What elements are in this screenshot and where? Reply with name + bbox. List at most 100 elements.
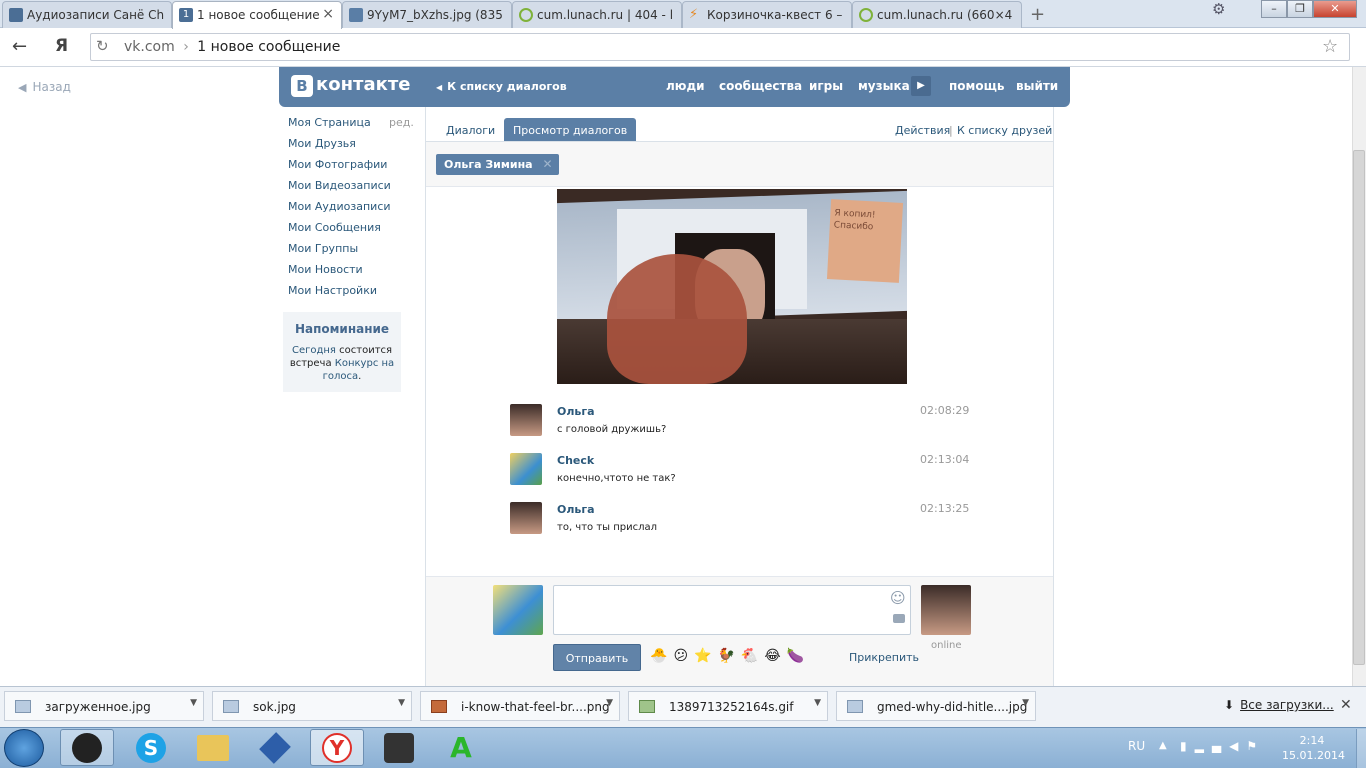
message-time[interactable]: 02:08:29 [920, 404, 969, 417]
music-play-icon[interactable]: ▶ [911, 76, 931, 96]
sidebar-item-news[interactable]: Мои Новости [288, 263, 363, 276]
chevron-down-icon[interactable]: ▼ [398, 698, 405, 708]
volume-icon[interactable]: ◀ [1229, 739, 1246, 753]
bookmark-star-icon[interactable]: ☆ [1322, 36, 1338, 57]
tab-quest[interactable]: ⚡ Корзиночка-квест 6 – [682, 1, 852, 28]
sidebar-item-messages[interactable]: Мои Сообщения [288, 221, 381, 234]
tab-dialogs[interactable]: Диалоги [446, 118, 495, 142]
download-item[interactable]: gmed-why-did-hitle....jpg ▼ [836, 691, 1036, 721]
all-downloads-link[interactable]: ⬇ Все загрузки... [1224, 698, 1334, 712]
download-item[interactable]: 1389713252164s.gif ▼ [628, 691, 828, 721]
close-downloads-icon[interactable]: ✕ [1340, 697, 1352, 713]
nav-logout[interactable]: выйти [1016, 79, 1058, 93]
emoji-chick-icon[interactable]: 🐣 [650, 648, 673, 664]
sidebar-item-my-page[interactable]: Моя Страница [288, 116, 371, 129]
my-avatar[interactable] [493, 585, 543, 635]
nav-games[interactable]: игры [809, 79, 843, 93]
close-window-button[interactable]: ✕ [1313, 0, 1357, 18]
sidebar-item-videos[interactable]: Мои Видеозаписи [288, 179, 391, 192]
smile-icon[interactable]: ☺ [890, 589, 906, 607]
send-button[interactable]: Отправить [553, 644, 641, 671]
yandex-icon[interactable]: Я [55, 36, 68, 56]
language-indicator[interactable]: RU [1128, 739, 1145, 753]
message-author[interactable]: Check [557, 454, 594, 467]
yandex-browser-taskbar-icon[interactable]: Y [310, 729, 364, 766]
chevron-down-icon[interactable]: ▼ [190, 698, 197, 708]
reminder-today-link[interactable]: Сегодня [292, 345, 336, 356]
actions-link[interactable]: Действия [895, 118, 950, 142]
emoji-chicken-icon[interactable]: 🐔 [741, 648, 764, 664]
minimize-button[interactable]: – [1261, 0, 1287, 18]
sidebar-item-friends[interactable]: Мои Друзья [288, 137, 356, 150]
message-time[interactable]: 02:13:04 [920, 453, 969, 466]
friends-list-link[interactable]: К списку друзей [957, 118, 1052, 142]
chevron-down-icon[interactable]: ▼ [814, 698, 821, 708]
sidebar-item-groups[interactable]: Мои Группы [288, 242, 358, 255]
message-author[interactable]: Ольга [557, 503, 595, 516]
tab-new-message[interactable]: 1 1 новое сообщение × [172, 1, 342, 29]
nav-help[interactable]: помощь [949, 79, 1004, 93]
sidebar-item-settings[interactable]: Мои Настройки [288, 284, 377, 297]
nav-music[interactable]: музыка [858, 79, 910, 93]
emoji-eggplant-icon[interactable]: 🍆 [787, 648, 810, 664]
emoji-sad-icon[interactable]: 😕 [673, 648, 694, 664]
back-to-dialogs-link[interactable]: ◀ К списку диалогов [436, 80, 567, 93]
signal-icon[interactable]: ▂▄ [1195, 739, 1229, 753]
attached-photo[interactable]: Я копил! Спасибо [557, 189, 907, 384]
settings-gear-icon[interactable]: ⚙ [1212, 0, 1225, 18]
emoji-rooster-icon[interactable]: 🐓 [717, 648, 740, 664]
vk-logo-text[interactable]: контакте [316, 74, 410, 95]
attach-button[interactable]: Прикрепить [849, 651, 919, 664]
tray-expand-icon[interactable]: ▲ [1159, 740, 1167, 751]
avatar[interactable] [510, 502, 542, 534]
chevron-down-icon[interactable]: ▼ [1022, 698, 1029, 708]
recipient-avatar[interactable] [921, 585, 971, 635]
close-tab-icon[interactable]: × [322, 6, 334, 22]
steam-taskbar-icon[interactable] [60, 729, 114, 766]
nav-communities[interactable]: сообщества [719, 79, 802, 93]
nav-people[interactable]: люди [666, 79, 705, 93]
chevron-down-icon[interactable]: ▼ [606, 698, 613, 708]
avatar[interactable] [510, 453, 542, 485]
clock[interactable]: 2:14 15.01.2014 [1282, 733, 1345, 763]
close-icon[interactable]: ✕ [543, 157, 553, 171]
show-desktop-button[interactable] [1356, 729, 1366, 768]
tab-audio[interactable]: Аудиозаписи Санё Сh [2, 1, 172, 28]
agent-taskbar-icon[interactable]: A [434, 729, 488, 766]
tab-image[interactable]: 9YyM7_bXzhs.jpg (835 [342, 1, 512, 28]
download-item[interactable]: загруженное.jpg ▼ [4, 691, 204, 721]
tab-lunach-404[interactable]: cum.lunach.ru | 404 - l [512, 1, 682, 28]
emoji-star-icon[interactable]: ⭐ [694, 648, 717, 664]
start-button[interactable] [4, 729, 44, 767]
skype-taskbar-icon[interactable]: S [124, 729, 178, 766]
flag-icon[interactable]: ⚑ [1246, 739, 1265, 753]
download-item[interactable]: sok.jpg ▼ [212, 691, 412, 721]
maximize-button[interactable]: ❐ [1287, 0, 1313, 18]
download-item[interactable]: i-know-that-feel-br....png ▼ [420, 691, 620, 721]
emoji-bar[interactable]: 🐣😕⭐🐓🐔😂🍆 [650, 648, 810, 664]
system-tray[interactable]: ▮▂▄◀⚑ [1180, 739, 1265, 753]
explorer-taskbar-icon[interactable] [186, 729, 240, 766]
vk-tab-icon: 1 [179, 8, 193, 22]
reload-icon[interactable]: ↻ [96, 37, 109, 55]
emoji-laugh-icon[interactable]: 😂 [764, 648, 786, 664]
app-taskbar-icon[interactable] [248, 729, 302, 766]
tab-lunach-image[interactable]: cum.lunach.ru (660×4 [852, 1, 1022, 28]
message-input[interactable] [553, 585, 911, 635]
back-arrow-icon[interactable]: ← [12, 36, 27, 57]
sidebar-item-audio[interactable]: Мои Аудиозаписи [288, 200, 391, 213]
edit-link[interactable]: ред. [389, 116, 414, 129]
camera-icon[interactable] [893, 614, 905, 623]
tab-view-dialogs[interactable]: Просмотр диалогов [504, 118, 637, 142]
game-taskbar-icon[interactable] [372, 729, 426, 766]
message-author[interactable]: Ольга [557, 405, 595, 418]
vk-logo-icon[interactable]: В [291, 75, 313, 97]
avatar[interactable] [510, 404, 542, 436]
new-tab-button[interactable]: + [1030, 4, 1045, 25]
participant-chip[interactable]: Ольга Зимина ✕ [436, 154, 559, 175]
message-time[interactable]: 02:13:25 [920, 502, 969, 515]
sidebar-item-photos[interactable]: Мои Фотографии [288, 158, 387, 171]
scrollbar-thumb[interactable] [1353, 150, 1365, 665]
battery-icon[interactable]: ▮ [1180, 739, 1195, 753]
back-link[interactable]: ◀ Назад [18, 80, 71, 94]
